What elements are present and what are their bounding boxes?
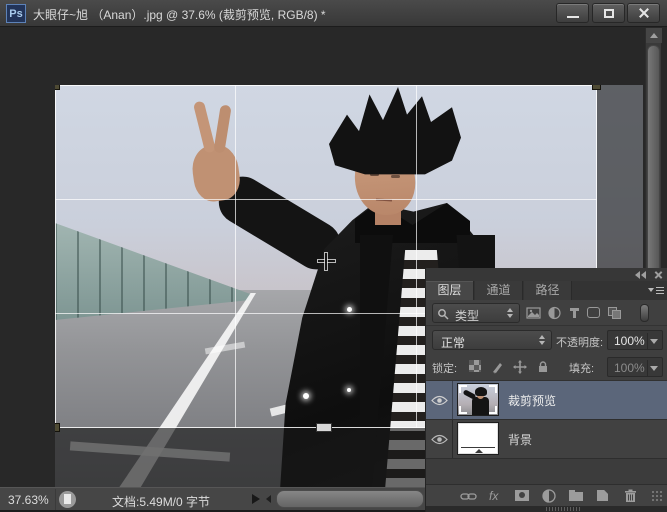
minimize-icon	[567, 16, 579, 18]
crop-grid-line	[235, 85, 236, 428]
document-title: 大眼仔~旭 （Anan）.jpg @ 37.6% (裁剪预览, RGB/8) *	[33, 6, 326, 23]
layer-filtering-toggle[interactable]	[640, 304, 649, 322]
panel-close-icon[interactable]	[654, 270, 663, 279]
document-profile-button[interactable]	[55, 489, 79, 510]
tab-paths[interactable]: 路径	[524, 281, 572, 300]
visibility-toggle[interactable]	[426, 420, 453, 458]
panel-menu-icon[interactable]	[648, 286, 664, 295]
filter-kind-label: 类型	[455, 307, 479, 324]
fill-value-dropdown[interactable]: 100%	[607, 357, 663, 377]
fill-value: 100%	[614, 361, 645, 375]
add-layer-mask-icon[interactable]	[514, 488, 531, 504]
layer-row-crop-preview[interactable]: 裁剪预览	[426, 381, 667, 419]
layers-panel: 图层 通道 路径 类型 正常 不透明度: 100%	[425, 268, 667, 512]
dropdown-arrows-icon	[539, 335, 546, 345]
document-size-info: 文档:5.49M/0 字节	[112, 493, 210, 510]
blend-mode-row: 正常 不透明度: 100%	[426, 326, 667, 354]
eye-icon	[431, 434, 448, 445]
scroll-left-icon[interactable]	[266, 495, 271, 503]
delete-layer-icon[interactable]	[622, 488, 639, 504]
filter-kind-dropdown[interactable]: 类型	[432, 303, 520, 323]
opacity-value-dropdown[interactable]: 100%	[607, 330, 663, 350]
status-bar: 37.63% 文档:5.49M/0 字节	[0, 487, 426, 510]
new-layer-icon[interactable]	[595, 488, 612, 504]
layer-thumbnail[interactable]	[458, 423, 498, 454]
dropdown-arrows-icon	[507, 308, 514, 318]
scroll-up-button[interactable]	[646, 28, 662, 43]
layer-name[interactable]: 背景	[508, 431, 532, 448]
panel-resize-grip[interactable]	[652, 491, 664, 503]
crop-grid-line	[416, 85, 417, 428]
opacity-value: 100%	[614, 334, 645, 348]
panel-tab-bar: 图层 通道 路径	[426, 281, 667, 300]
crop-handle-bottom-center[interactable]	[316, 423, 332, 432]
lock-position-icon[interactable]	[513, 360, 527, 374]
opacity-label: 不透明度:	[556, 334, 603, 350]
dropdown-arrow-icon	[650, 366, 658, 371]
maximize-button[interactable]	[592, 3, 625, 23]
dropdown-arrow-icon	[650, 339, 658, 344]
filter-adjustment-layers-icon[interactable]	[547, 306, 562, 320]
up-arrow-icon	[650, 33, 658, 38]
layer-name[interactable]: 裁剪预览	[508, 392, 556, 409]
crop-handle-bottom-left[interactable]	[55, 423, 60, 432]
visibility-toggle[interactable]	[426, 381, 453, 419]
layer-thumbnail[interactable]	[458, 384, 498, 415]
eye-icon	[431, 395, 448, 406]
layers-panel-footer: fx	[426, 484, 667, 506]
link-layers-icon[interactable]	[460, 488, 477, 504]
blend-mode-value: 正常	[441, 334, 465, 351]
layer-row-background[interactable]: 背景	[426, 420, 667, 458]
filter-pixel-layers-icon[interactable]	[526, 306, 541, 320]
crop-handle-top-left[interactable]	[55, 85, 60, 90]
new-group-icon[interactable]	[568, 488, 585, 504]
photoshop-logo-icon: Ps	[6, 4, 26, 23]
status-menu-arrow-icon[interactable]	[252, 494, 260, 504]
lock-transparency-icon[interactable]	[469, 360, 481, 372]
layer-filter-row: 类型	[426, 300, 667, 326]
layer-style-icon[interactable]: fx	[487, 488, 504, 504]
lock-row: 锁定: 填充: 100%	[426, 354, 667, 380]
lock-label: 锁定:	[432, 360, 457, 376]
layers-list: 裁剪预览 背景	[426, 380, 667, 484]
minimize-button[interactable]	[556, 3, 589, 23]
crop-grid-line	[55, 199, 597, 200]
panel-drag-handle[interactable]	[546, 507, 582, 511]
panel-header	[426, 268, 667, 281]
crosshair-cursor	[325, 253, 327, 270]
filter-shape-layers-icon[interactable]	[586, 306, 601, 320]
tab-layers[interactable]: 图层	[426, 281, 474, 300]
title-bar[interactable]: Ps 大眼仔~旭 （Anan）.jpg @ 37.6% (裁剪预览, RGB/8…	[0, 0, 667, 27]
crop-handle-top-right[interactable]	[592, 85, 601, 90]
filter-smart-objects-icon[interactable]	[607, 306, 622, 320]
zoom-level[interactable]: 37.63%	[8, 493, 49, 507]
horizontal-scrollbar-thumb[interactable]	[276, 490, 424, 508]
fill-label: 填充:	[569, 360, 594, 376]
search-icon	[437, 308, 449, 320]
tab-channels[interactable]: 通道	[475, 281, 523, 300]
blend-mode-dropdown[interactable]: 正常	[432, 330, 552, 350]
panel-bottom-edge	[426, 506, 667, 512]
close-button[interactable]	[627, 3, 660, 23]
filter-type-layers-icon[interactable]	[567, 306, 582, 320]
new-adjustment-layer-icon[interactable]	[541, 488, 558, 504]
document-icon	[59, 491, 76, 508]
lock-pixels-icon[interactable]	[491, 360, 505, 374]
maximize-icon	[604, 9, 614, 18]
collapse-panel-icon[interactable]	[635, 271, 647, 279]
lock-all-icon[interactable]	[536, 360, 550, 374]
